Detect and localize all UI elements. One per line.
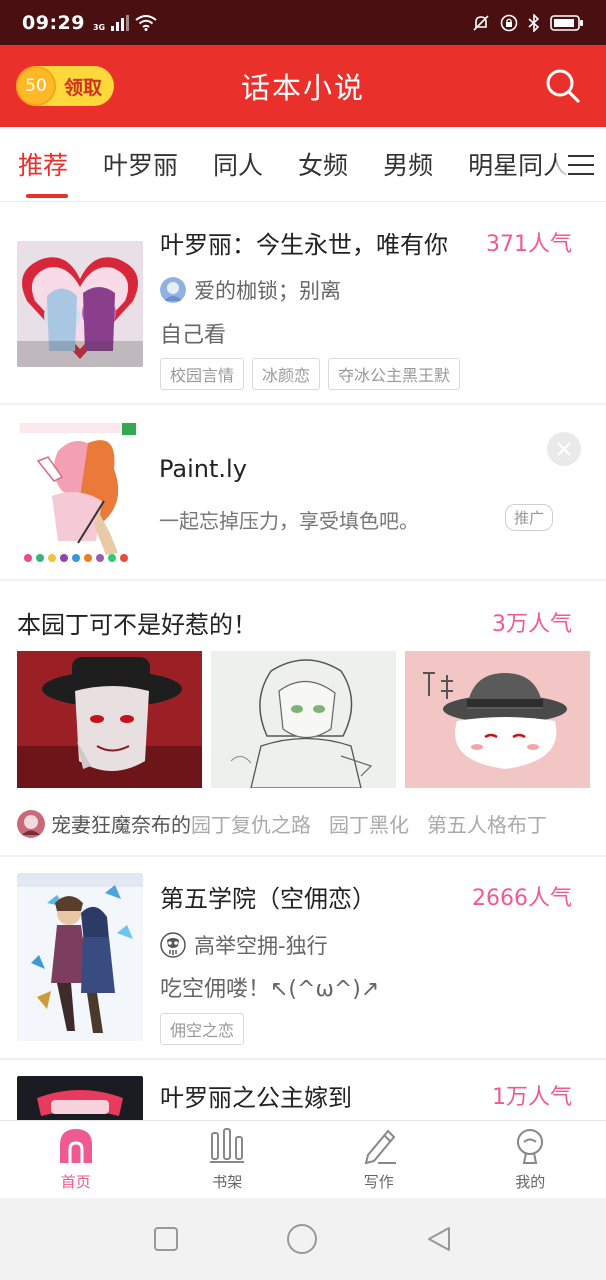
home-circle-icon[interactable]: [286, 1223, 318, 1255]
topic-image[interactable]: [211, 651, 396, 788]
tab-yeluoli[interactable]: 叶罗丽: [85, 127, 178, 201]
close-icon: [557, 442, 571, 456]
ad-card[interactable]: Paint.ly 一起忘掉压力，享受填色吧。 推广: [0, 405, 606, 581]
nav-label: 书架: [212, 1173, 243, 1191]
tag[interactable]: 冰颜恋: [252, 358, 321, 390]
status-bar: 09:29 3G: [0, 0, 606, 45]
wifi-icon: [135, 14, 157, 31]
tab-male[interactable]: 男频: [365, 127, 433, 201]
author-name: 爱的枷锁；别离: [194, 279, 341, 303]
topic-title[interactable]: 本园丁可不是好惹的！: [17, 605, 257, 640]
menu-icon: [568, 154, 594, 175]
author-name: 高举空拥-独行: [194, 934, 328, 958]
topic-link[interactable]: 第五人格布丁: [427, 809, 547, 838]
tab-menu-button[interactable]: [556, 127, 606, 201]
popularity-count: 2666人气: [472, 886, 572, 911]
ad-badge: 推广: [505, 504, 554, 531]
tab-recommend[interactable]: 推荐: [0, 127, 69, 201]
tag-list: 佣空之恋: [160, 1013, 245, 1045]
topic-image-row: [17, 651, 590, 788]
signal-icon: [111, 14, 130, 31]
app-header: 50 领取 话本小说: [0, 45, 606, 127]
search-icon[interactable]: [544, 67, 582, 105]
system-navigation-bar: [0, 1198, 606, 1280]
bookshelf-icon: [210, 1128, 245, 1163]
tag-list: 校园言情 冰颜恋 夺冰公主黑王默: [160, 358, 461, 390]
story-title[interactable]: 叶罗丽：今生永世，唯有你: [160, 225, 448, 260]
nav-write[interactable]: 写作: [303, 1121, 455, 1198]
story-cover-image: [17, 873, 143, 1041]
author-row[interactable]: 爱的枷锁；别离: [160, 275, 341, 305]
ad-description: 一起忘掉压力，享受填色吧。: [159, 509, 419, 533]
coin-claim-label: 领取: [64, 76, 103, 99]
story-card[interactable]: 叶罗丽：今生永世，唯有你 371人气 爱的枷锁；别离 自己看 校园言情 冰颜恋 …: [0, 203, 606, 405]
tag[interactable]: 校园言情: [160, 358, 245, 390]
coin-icon: 50: [16, 66, 56, 106]
topic-related-links: 宠妻狂魔奈布的 园丁复仇之路 园丁黑化 第五人格布丁: [17, 809, 565, 838]
status-time: 09:29: [22, 11, 85, 34]
mute-bell-icon: [473, 14, 489, 31]
nav-label: 首页: [60, 1173, 91, 1191]
popularity-count: 1万人气: [492, 1085, 572, 1110]
story-cover-image: [17, 1076, 143, 1120]
category-tabs: 推荐 叶罗丽 同人 女频 男频 明星同人: [0, 127, 606, 202]
network-label: 3G: [92, 23, 106, 32]
popularity-count: 3万人气: [492, 612, 572, 637]
app-title: 话本小说: [240, 71, 365, 105]
nav-label: 我的: [515, 1173, 546, 1191]
back-icon[interactable]: [425, 1225, 453, 1253]
ad-image: [18, 421, 140, 563]
tag[interactable]: 夺冰公主黑王默: [328, 358, 461, 390]
home-icon: [59, 1129, 92, 1163]
bottom-navigation: 首页 书架 写作 我的: [0, 1120, 606, 1198]
topic-image[interactable]: [17, 651, 202, 788]
story-title[interactable]: 第五学院（空佣恋）: [160, 879, 376, 914]
author-avatar: [160, 277, 186, 303]
topic-card[interactable]: 本园丁可不是好惹的！ 3万人气 宠妻狂魔奈布的 园丁复仇之路 园丁黑化 第五人格…: [0, 581, 606, 857]
feed-list[interactable]: 叶罗丽：今生永世，唯有你 371人气 爱的枷锁；别离 自己看 校园言情 冰颜恋 …: [0, 203, 606, 1120]
topic-link[interactable]: 宠妻狂魔奈布的: [51, 809, 191, 838]
bluetooth-icon: [528, 13, 540, 32]
tag[interactable]: 佣空之恋: [160, 1013, 245, 1045]
story-card[interactable]: 第五学院（空佣恋） 2666人气 高举空拥-独行 吃空佣喽！↖(^ω^)↗ 佣空…: [0, 857, 606, 1060]
recent-apps-icon[interactable]: [153, 1226, 179, 1252]
author-avatar: [160, 932, 186, 958]
topic-avatar: [17, 809, 45, 838]
nav-bookshelf[interactable]: 书架: [152, 1121, 304, 1198]
tab-fanfic[interactable]: 同人: [195, 127, 263, 201]
story-description: 吃空佣喽！↖(^ω^)↗: [160, 977, 380, 1002]
nav-home[interactable]: 首页: [0, 1121, 152, 1198]
author-row[interactable]: 高举空拥-独行: [160, 930, 328, 960]
ad-title[interactable]: Paint.ly: [159, 455, 247, 483]
nav-label: 写作: [363, 1173, 394, 1191]
story-description: 自己看: [160, 323, 227, 348]
pencil-icon: [364, 1129, 396, 1165]
popularity-count: 371人气: [486, 232, 572, 257]
coin-claim-button[interactable]: 50 领取: [16, 66, 114, 106]
profile-icon: [517, 1129, 544, 1164]
lock-rotation-icon: [500, 14, 518, 31]
tab-female[interactable]: 女频: [280, 127, 348, 201]
ad-close-button[interactable]: [547, 432, 581, 466]
nav-profile[interactable]: 我的: [455, 1121, 606, 1198]
topic-link[interactable]: 园丁复仇之路: [191, 809, 311, 838]
battery-icon: [550, 14, 583, 31]
tab-celebrity[interactable]: 明星同人: [450, 127, 568, 201]
topic-image[interactable]: [405, 651, 590, 788]
story-card[interactable]: 叶罗丽之公主嫁到 1万人气: [0, 1060, 606, 1120]
story-title[interactable]: 叶罗丽之公主嫁到: [160, 1078, 352, 1113]
story-cover-image: [17, 241, 143, 367]
topic-link[interactable]: 园丁黑化: [329, 809, 409, 838]
